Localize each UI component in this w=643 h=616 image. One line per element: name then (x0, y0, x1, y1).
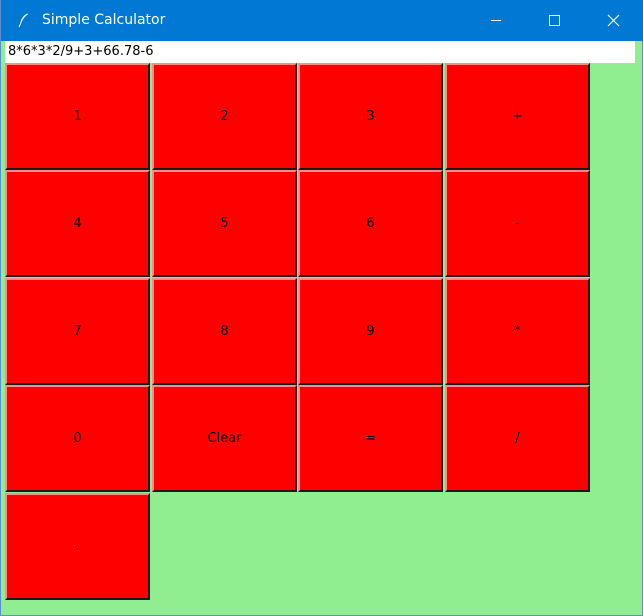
calculator-window: Simple Calculator 8*6*3*2/9+3+66.78-6 1 … (0, 0, 643, 616)
button-6[interactable]: 6 (298, 170, 443, 277)
feather-icon (15, 11, 33, 29)
close-icon (607, 14, 620, 27)
button-3[interactable]: 3 (298, 63, 443, 170)
decimal-button[interactable]: . (5, 493, 150, 600)
add-button[interactable]: + (445, 63, 590, 170)
minimize-button[interactable] (467, 0, 525, 41)
divide-button[interactable]: / (445, 385, 590, 492)
clear-button[interactable]: Clear (152, 385, 297, 492)
expression-input[interactable]: 8*6*3*2/9+3+66.78-6 (5, 41, 635, 63)
multiply-button[interactable]: * (445, 278, 590, 385)
window-title: Simple Calculator (42, 12, 166, 28)
close-button[interactable] (585, 0, 643, 41)
equals-button[interactable]: = (298, 385, 443, 492)
maximize-button[interactable] (525, 0, 583, 41)
button-0[interactable]: 0 (5, 385, 150, 492)
maximize-icon (549, 15, 560, 26)
title-bar[interactable]: Simple Calculator (1, 0, 643, 41)
subtract-button[interactable]: - (445, 170, 590, 277)
minimize-icon (491, 20, 501, 21)
button-8[interactable]: 8 (152, 278, 297, 385)
button-9[interactable]: 9 (298, 278, 443, 385)
button-1[interactable]: 1 (5, 63, 150, 170)
button-5[interactable]: 5 (152, 170, 297, 277)
button-7[interactable]: 7 (5, 278, 150, 385)
button-2[interactable]: 2 (152, 63, 297, 170)
button-4[interactable]: 4 (5, 170, 150, 277)
